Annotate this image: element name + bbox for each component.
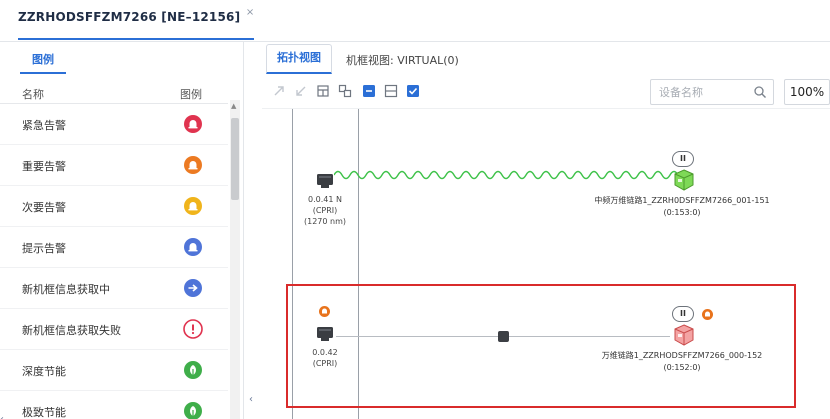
arrow-right-icon bbox=[183, 278, 203, 298]
legend-row: 深度节能 bbox=[0, 350, 228, 391]
tab-topology-label: 拓扑视图 bbox=[277, 51, 321, 64]
alarm-bell-icon bbox=[183, 114, 203, 134]
device-search-box bbox=[650, 79, 774, 105]
legend-row-label: 提示告警 bbox=[22, 242, 66, 255]
alarm-bell-icon bbox=[183, 237, 203, 257]
device-label-2: 万维链路1_ZZRHODSFFZM7266_000-152 (0:152:0) bbox=[582, 350, 782, 374]
device-alarm-icon[interactable] bbox=[702, 309, 713, 320]
topology-toolbar bbox=[266, 82, 506, 104]
collapse-panel-icon[interactable]: ‹ bbox=[249, 394, 253, 405]
expand-icon[interactable] bbox=[272, 84, 286, 98]
link-midpoint-node[interactable] bbox=[498, 331, 509, 342]
port-alarm-icon[interactable] bbox=[319, 306, 330, 317]
device-search-input[interactable] bbox=[659, 84, 749, 100]
port-name-2: 0.0.42 bbox=[312, 348, 338, 357]
legend-panel: 图例 名称 图例 紧急告警重要告警次要告警提示告警新机框信息获取中 新机框信息获取… bbox=[0, 42, 244, 419]
legend-row: 次要告警 bbox=[0, 186, 228, 227]
exclamation-icon bbox=[183, 319, 203, 339]
legend-row: 重要告警 bbox=[0, 145, 228, 186]
legend-row-label: 极致节能 bbox=[22, 406, 66, 419]
legend-row-label: 紧急告警 bbox=[22, 119, 66, 132]
legend-row-label: 新机框信息获取中 bbox=[22, 283, 110, 296]
ne-tab-title: ZZRHODSFFZM7266 [NE–12156] bbox=[18, 10, 241, 24]
legend-row: 提示告警 bbox=[0, 227, 228, 268]
layout-icon[interactable] bbox=[316, 84, 330, 98]
device-name-1: 中频万维链路1_ZZRH0DSFFZM7266_001-151 bbox=[594, 196, 770, 205]
fold-icon[interactable] bbox=[362, 84, 376, 98]
legend-row-label: 重要告警 bbox=[22, 160, 66, 173]
scroll-thumb[interactable] bbox=[231, 118, 239, 200]
device-name-2: 万维链路1_ZZRHODSFFZM7266_000-152 bbox=[601, 351, 763, 360]
col-header-icon: 图例 bbox=[180, 88, 202, 101]
unfold-icon[interactable] bbox=[384, 84, 398, 98]
pause-badge-2[interactable]: II bbox=[672, 306, 694, 322]
wavy-link-1[interactable] bbox=[334, 165, 688, 185]
legend-table-header: 名称 图例 bbox=[0, 82, 228, 104]
chevron-left-icon[interactable]: ‹ bbox=[0, 414, 4, 419]
group-icon[interactable] bbox=[338, 84, 352, 98]
alarm-bell-icon bbox=[183, 155, 203, 175]
tab-frame-view[interactable]: 机框视图: VIRTUAL(0) bbox=[346, 52, 459, 68]
tab-legend[interactable]: 图例 bbox=[20, 50, 66, 74]
port-label-2: 0.0.42 (CPRI) bbox=[290, 347, 360, 369]
topology-area: 拓扑视图 机框视图: VIRTUAL(0) 100% bbox=[262, 42, 830, 419]
leaf-icon bbox=[183, 401, 203, 419]
highlight-frame bbox=[286, 284, 796, 408]
collapse-icon[interactable] bbox=[294, 84, 308, 98]
top-tab-bar: ZZRHODSFFZM7266 [NE–12156] × bbox=[0, 0, 830, 42]
port-type-1: (CPRI) bbox=[312, 206, 338, 215]
port-wavelength-1: (1270 nm) bbox=[303, 217, 346, 226]
tab-topology-view[interactable]: 拓扑视图 bbox=[266, 44, 332, 74]
leaf-icon bbox=[183, 360, 203, 380]
legend-row-label: 深度节能 bbox=[22, 365, 66, 378]
legend-list: 紧急告警重要告警次要告警提示告警新机框信息获取中 新机框信息获取失败 深度节能极致节… bbox=[0, 104, 228, 419]
legend-scrollbar[interactable]: ▲ bbox=[230, 100, 240, 419]
close-icon[interactable]: × bbox=[246, 7, 254, 18]
topology-canvas[interactable]: 0.0.41 N (CPRI) (1270 nm) II 中频万维链路1_ZZR… bbox=[262, 108, 830, 419]
legend-row: 紧急告警 bbox=[0, 104, 228, 145]
device-label-1: 中频万维链路1_ZZRH0DSFFZM7266_001-151 (0:153:0… bbox=[582, 195, 782, 219]
pause-badge-1[interactable]: II bbox=[672, 151, 694, 167]
scroll-up-icon[interactable]: ▲ bbox=[231, 102, 236, 110]
legend-row-label: 新机框信息获取失败 bbox=[22, 324, 121, 337]
port-node-2[interactable] bbox=[316, 326, 334, 342]
port-type-2: (CPRI) bbox=[312, 359, 338, 368]
alarm-bell-icon bbox=[183, 196, 203, 216]
device-id-1: (0:153:0) bbox=[663, 208, 701, 217]
rru-device-1[interactable] bbox=[674, 169, 694, 191]
device-id-2: (0:152:0) bbox=[663, 363, 701, 372]
port-name-1: 0.0.41 N bbox=[308, 195, 342, 204]
port-label-1: 0.0.41 N (CPRI) (1270 nm) bbox=[290, 194, 360, 227]
zoom-level[interactable]: 100% bbox=[784, 79, 830, 105]
ne-tab[interactable]: ZZRHODSFFZM7266 [NE–12156] × bbox=[18, 7, 255, 40]
search-icon[interactable] bbox=[753, 85, 767, 99]
legend-row: 新机框信息获取失败 bbox=[0, 309, 228, 350]
col-header-name: 名称 bbox=[22, 88, 44, 101]
port-node-1[interactable] bbox=[316, 173, 334, 189]
checkbox-icon[interactable] bbox=[406, 84, 420, 98]
legend-row-label: 次要告警 bbox=[22, 201, 66, 214]
legend-row: 新机框信息获取中 bbox=[0, 268, 228, 309]
tab-legend-label: 图例 bbox=[32, 53, 54, 66]
rru-device-2[interactable] bbox=[674, 324, 694, 346]
legend-row: 极致节能 bbox=[0, 391, 228, 419]
